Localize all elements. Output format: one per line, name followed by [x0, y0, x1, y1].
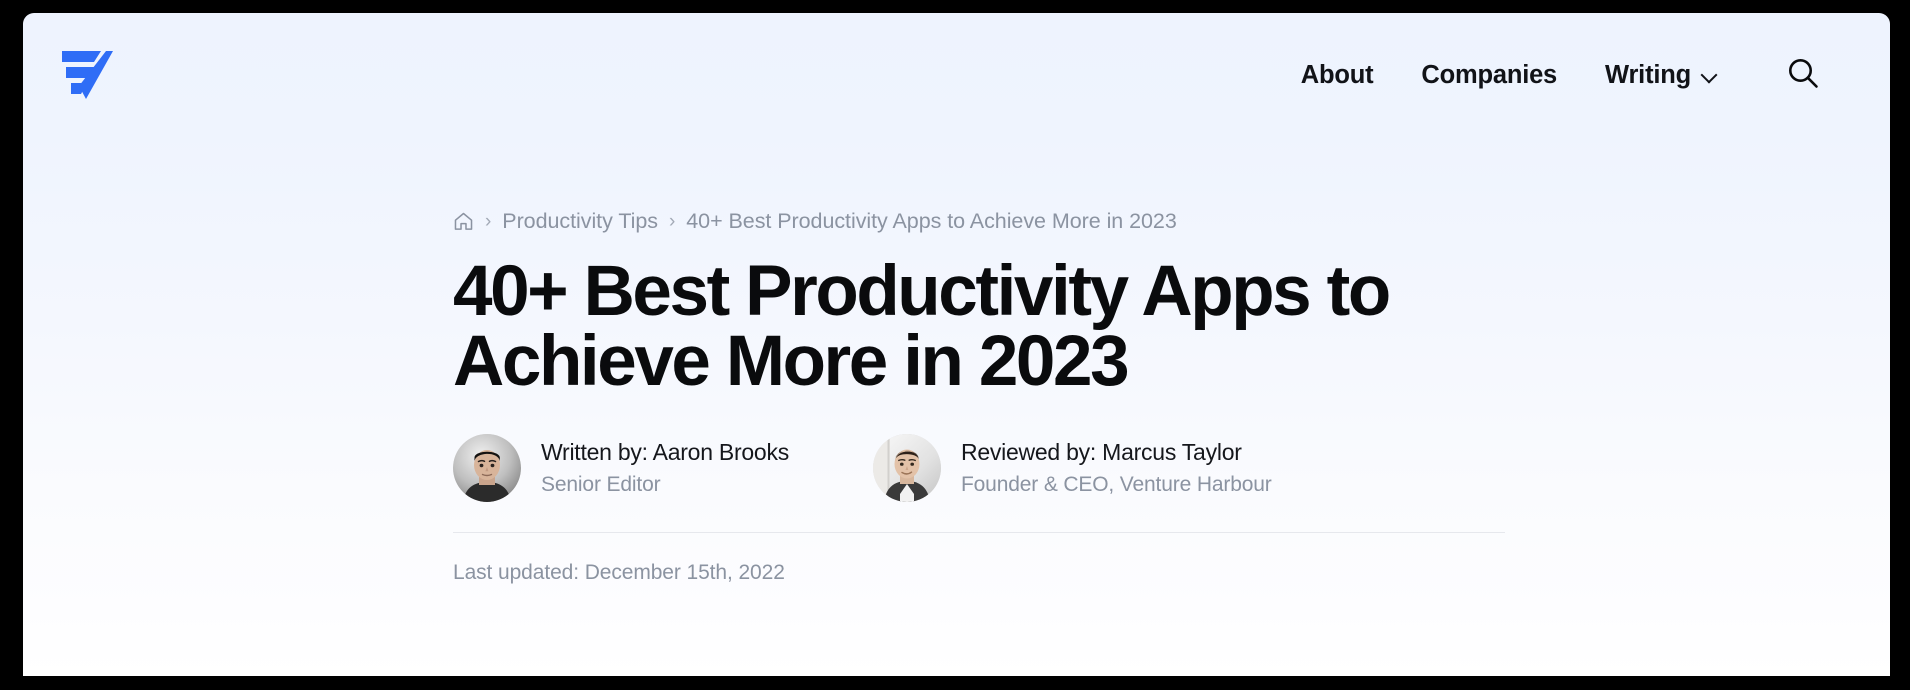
nav-item-about[interactable]: About	[1283, 51, 1398, 100]
home-icon[interactable]	[453, 211, 474, 232]
author-avatar	[453, 433, 521, 502]
author-text: Written by: Aaron Brooks Senior Editor	[541, 439, 789, 497]
browser-window-frame: About Companies Writing › Productivity T…	[0, 0, 1910, 690]
byline-author: Written by: Aaron Brooks Senior Editor	[453, 433, 789, 502]
reviewer-text: Reviewed by: Marcus Taylor Founder & CEO…	[961, 439, 1272, 497]
article-header: › Productivity Tips › 40+ Best Productiv…	[453, 209, 1505, 585]
page-title: 40+ Best Productivity Apps to Achieve Mo…	[453, 252, 1391, 402]
venture-harbour-logo-icon	[61, 50, 113, 100]
chevron-down-icon	[1702, 69, 1716, 83]
nav-label-companies: Companies	[1421, 60, 1558, 89]
breadcrumb-item-productivity-tips[interactable]: Productivity Tips	[502, 209, 658, 234]
byline-group: Written by: Aaron Brooks Senior Editor R…	[453, 433, 1505, 502]
reviewer-name: Reviewed by: Marcus Taylor	[960, 438, 1242, 465]
last-updated-text: Last updated: December 15th, 2022	[453, 560, 785, 584]
breadcrumb-separator-1: ›	[485, 210, 492, 232]
byline-reviewer: Reviewed by: Marcus Taylor Founder & CEO…	[872, 433, 1272, 502]
site-header: About Companies Writing	[23, 13, 1890, 137]
page-viewport: About Companies Writing › Productivity T…	[23, 13, 1890, 676]
breadcrumb: › Productivity Tips › 40+ Best Productiv…	[453, 209, 1505, 234]
reviewer-role: Founder & CEO, Venture Harbour	[960, 472, 1272, 496]
primary-navigation: About Companies Writing	[1283, 48, 1828, 103]
search-button[interactable]	[1778, 48, 1828, 103]
author-name: Written by: Aaron Brooks	[541, 438, 789, 465]
nav-label-about: About	[1300, 60, 1374, 89]
nav-item-companies[interactable]: Companies	[1397, 51, 1581, 100]
breadcrumb-item-current: 40+ Best Productivity Apps to Achieve Mo…	[686, 209, 1177, 233]
breadcrumb-separator-2: ›	[668, 210, 676, 232]
reviewer-avatar	[872, 433, 941, 502]
search-icon	[1786, 56, 1820, 95]
author-role: Senior Editor	[541, 472, 661, 496]
site-logo[interactable]	[53, 44, 121, 106]
nav-label-writing: Writing	[1605, 60, 1691, 89]
nav-item-writing[interactable]: Writing	[1581, 51, 1740, 100]
section-divider	[453, 531, 1505, 533]
